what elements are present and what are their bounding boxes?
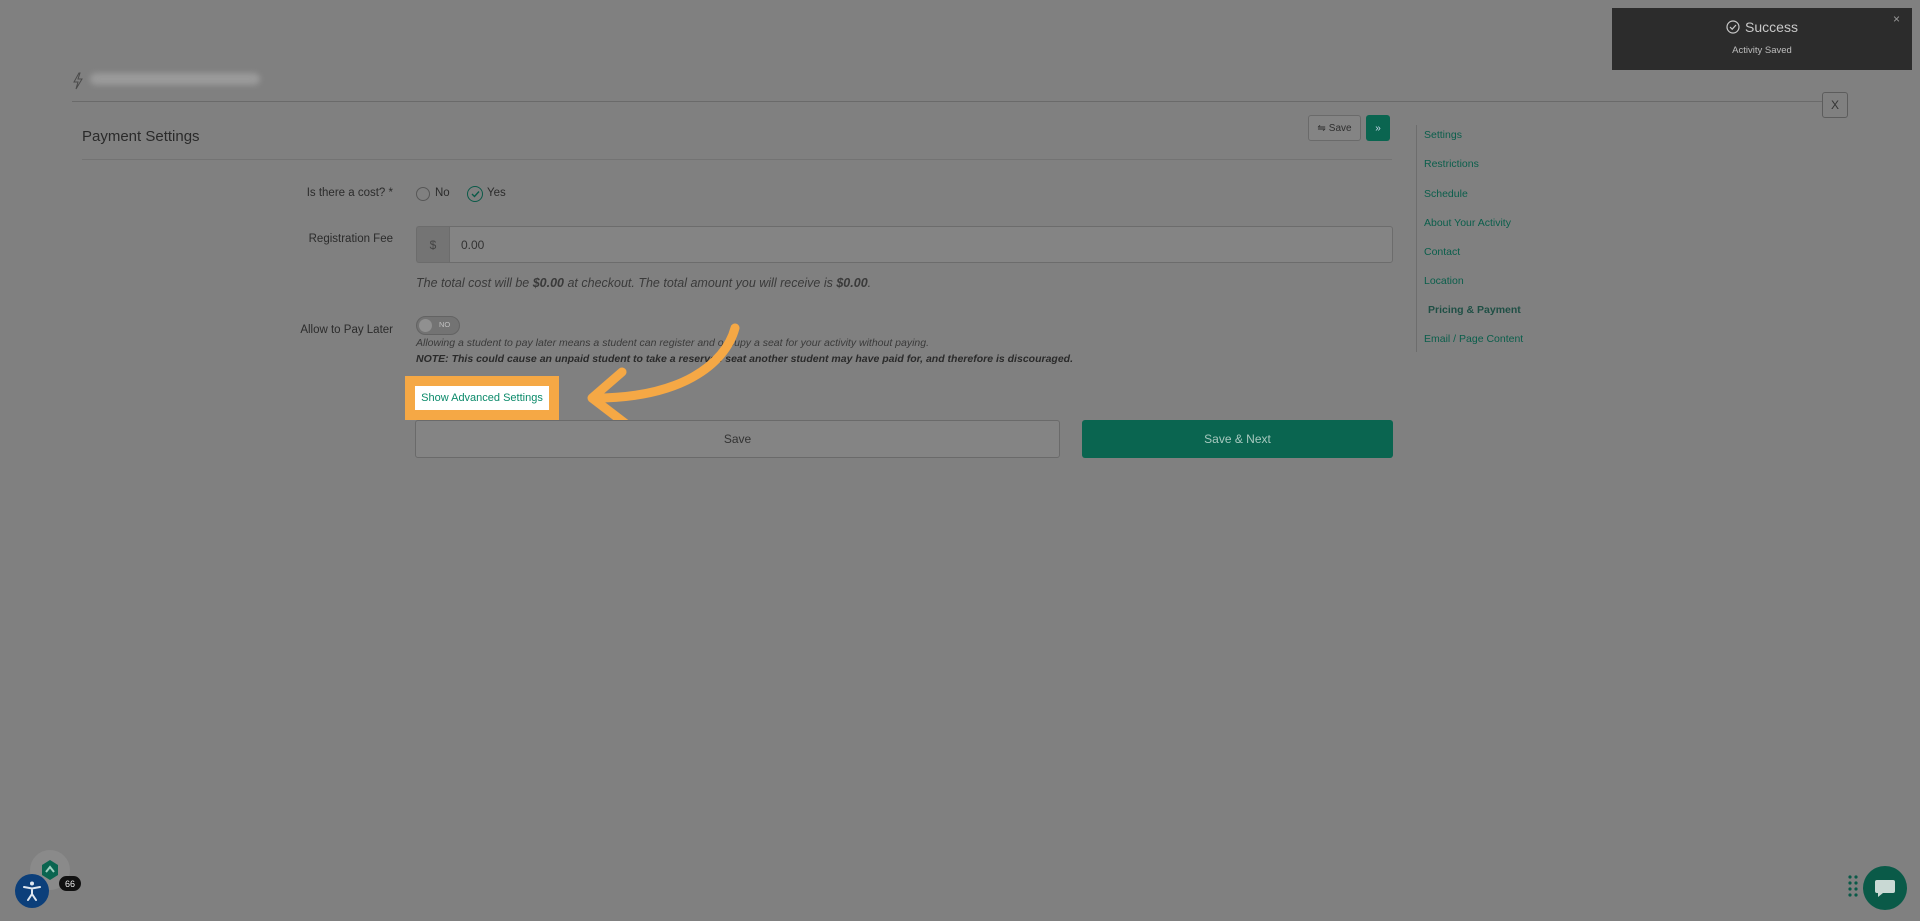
close-button[interactable]: X [1822,92,1848,118]
save-icon: ⇋ [1317,122,1326,134]
cost-yes-label: Yes [487,187,506,199]
total-post: . [867,276,872,290]
pay-later-toggle[interactable]: NO [416,316,460,335]
show-advanced-settings-link[interactable]: Show Advanced Settings [415,386,549,410]
accessibility-button[interactable] [15,874,49,908]
total-pre: The total cost will be [416,276,533,290]
nav-item-restrictions[interactable]: Restrictions [1424,158,1479,170]
toast-title: Success [1612,19,1912,35]
save-and-next-button[interactable]: Save & Next [1082,420,1393,458]
nav-item-about-your-activity[interactable]: About Your Activity [1424,217,1511,229]
cost-no-label: No [435,187,450,199]
nav-item-schedule[interactable]: Schedule [1424,188,1468,200]
save-button[interactable]: Save [415,420,1060,458]
cost-yes-radio[interactable] [467,186,483,202]
toolbar-save-button[interactable]: ⇋ Save [1308,115,1361,141]
chat-button[interactable] [1863,866,1907,910]
activity-name-blurred [90,73,260,85]
total-mid: at checkout. The total amount you will r… [564,276,837,290]
currency-prefix: $ [416,226,449,263]
notification-count-badge: 66 [59,876,81,891]
check-circle-icon [1726,20,1740,34]
total-amount-checkout: $0.00 [532,276,564,290]
title-divider [82,159,1392,160]
total-cost-text: The total cost will be $0.00 at checkout… [416,276,871,290]
nav-item-location[interactable]: Location [1424,275,1464,287]
toggle-state-text: NO [439,320,451,329]
pay-later-label: Allow to Pay Later [300,324,393,336]
header-divider [72,101,1822,102]
toggle-knob [419,319,432,332]
toast-close-icon[interactable]: × [1893,12,1900,26]
registration-fee-input[interactable]: 0.00 [449,226,1393,263]
nav-item-settings[interactable]: Settings [1424,129,1462,141]
cost-label: Is there a cost? * [306,187,393,199]
total-amount-receive: $0.00 [836,276,868,290]
toolbar-save-label: Save [1328,122,1352,134]
drag-handle-icon[interactable] [1847,874,1859,900]
accessibility-icon [23,881,41,901]
cost-no-radio[interactable] [416,187,430,201]
nav-item-email-page-content[interactable]: Email / Page Content [1424,333,1523,345]
chat-icon [1875,880,1895,897]
nav-item-contact[interactable]: Contact [1424,246,1460,258]
toolbar-next-button[interactable]: » [1366,115,1390,141]
nav-item-pricing-payment[interactable]: Pricing & Payment [1428,304,1521,316]
toast-message: Activity Saved [1732,45,1792,56]
fee-label: Registration Fee [308,233,393,245]
check-icon [471,191,480,198]
success-toast: Success Activity Saved [1612,8,1912,70]
page-title: Payment Settings [82,128,200,145]
toast-title-text: Success [1745,19,1798,35]
bolt-icon [73,72,83,90]
